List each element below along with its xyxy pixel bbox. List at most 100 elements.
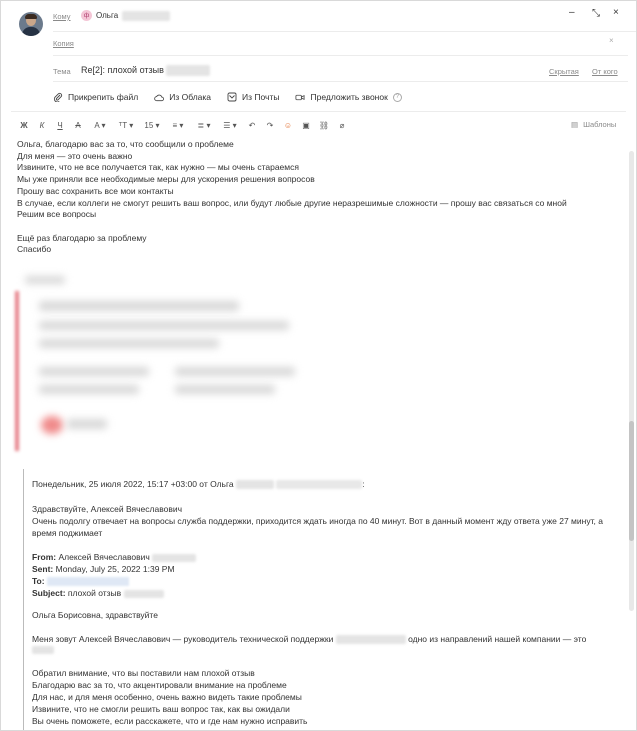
sender-email-redacted bbox=[276, 480, 363, 490]
quote-header-text: Понедельник, 25 июля 2022, 15:17 +03:00 … bbox=[32, 479, 234, 489]
templates-label: Шаблоны bbox=[583, 120, 617, 129]
image-icon[interactable]: ▣ bbox=[297, 121, 315, 130]
offer-call-label: Предложить звонок bbox=[310, 92, 388, 102]
chevron-down-icon: ▾ bbox=[99, 120, 106, 130]
hidden-copy-link[interactable]: Скрытая bbox=[549, 67, 579, 76]
quote-complaint-line: Очень подолгу отвечает на вопросы служба… bbox=[32, 516, 603, 526]
scrollbar-thumb[interactable] bbox=[629, 421, 634, 541]
subject-field-redacted bbox=[123, 589, 164, 598]
recipient-chip[interactable]: ф Ольга bbox=[81, 10, 171, 21]
italic-button[interactable]: К bbox=[33, 121, 51, 130]
subject-label: Тема bbox=[53, 67, 71, 76]
compose-window: Кому ф Ольга – ⤡ × Копия × Тема Re[2]: п… bbox=[0, 0, 637, 731]
from-mail-button[interactable]: Из Почты bbox=[227, 92, 279, 102]
link-icon[interactable]: ⛓ bbox=[315, 121, 333, 130]
cloud-icon bbox=[154, 92, 165, 102]
quote-complaint-line: время поджимает bbox=[32, 528, 103, 538]
chevron-down-icon: ▾ bbox=[177, 120, 184, 130]
font-size-select[interactable]: 15 ▾ bbox=[139, 121, 165, 130]
recipient-avatar: ф bbox=[81, 10, 92, 21]
quote-intro: Меня зовут Алексей Вячеславович — руково… bbox=[32, 634, 587, 645]
redo-icon[interactable]: ↷ bbox=[261, 121, 279, 130]
copy-close-icon[interactable]: × bbox=[609, 36, 614, 45]
from-field-value: Алексей Вячеславович bbox=[58, 552, 150, 562]
font-button[interactable]: ᵀT ▾ bbox=[113, 121, 139, 130]
user-avatar[interactable] bbox=[19, 12, 43, 36]
close-icon[interactable]: × bbox=[613, 7, 619, 18]
subject-field-value: плохой отзыв bbox=[67, 588, 122, 598]
quoted-message: Понедельник, 25 июля 2022, 15:17 +03:00 … bbox=[23, 469, 623, 730]
sender-surname-redacted bbox=[236, 480, 275, 490]
body-line: Спасибо bbox=[17, 244, 52, 255]
sent-field-value: Monday, July 25, 2022 1:39 PM bbox=[55, 564, 175, 574]
help-icon[interactable]: ? bbox=[392, 92, 402, 102]
attach-file-button[interactable]: Прикрепить файл bbox=[53, 92, 138, 102]
quote-paragraph-line: Извините, что не смогли решить ваш вопро… bbox=[32, 704, 290, 714]
clear-format-icon[interactable]: ⌀ bbox=[333, 121, 351, 130]
video-call-icon bbox=[295, 92, 305, 102]
chevron-down-icon: ▾ bbox=[126, 120, 134, 130]
message-body[interactable]: Ольга, благодарю вас за то, что сообщили… bbox=[17, 139, 567, 256]
company-redacted bbox=[335, 635, 406, 645]
templates-icon: ▤ bbox=[571, 120, 579, 129]
font-icon: ᵀT bbox=[118, 120, 127, 130]
recipient-name: Ольга bbox=[96, 11, 119, 20]
font-size-value: 15 bbox=[144, 120, 154, 130]
quote-header: Понедельник, 25 июля 2022, 15:17 +03:00 … bbox=[32, 479, 365, 490]
body-line: В случае, если коллеги не смогут решить … bbox=[17, 197, 567, 208]
scrollbar-track[interactable] bbox=[629, 151, 634, 611]
strikethrough-button[interactable]: A bbox=[69, 121, 87, 130]
from-field-label: From: bbox=[32, 552, 57, 562]
chevron-down-icon: ▾ bbox=[153, 120, 160, 130]
quote-intro-redacted-line bbox=[32, 646, 54, 656]
body-line: Мы уже приняли все необходимые меры для … bbox=[17, 174, 315, 185]
sent-field-label: Sent: bbox=[32, 564, 54, 574]
body-line: Решим все вопросы bbox=[17, 209, 97, 220]
quote-paragraph-line: Благодарю вас за то, что акцентировали в… bbox=[32, 680, 287, 690]
list-button[interactable]: ☰ ▾ bbox=[217, 121, 243, 130]
emoji-icon[interactable]: ☺ bbox=[279, 121, 297, 130]
chevron-down-icon: ▾ bbox=[230, 120, 237, 130]
divider bbox=[53, 81, 628, 82]
subject-input[interactable]: Re[2]: плохой отзыв bbox=[81, 65, 211, 77]
signature-redacted bbox=[15, 271, 435, 451]
to-email-redacted bbox=[46, 577, 129, 587]
divider bbox=[53, 55, 628, 56]
quote-intro-2: одно из направлений нашей компании — это bbox=[408, 634, 587, 644]
body-line: Ещё раз благодарю за проблему bbox=[17, 232, 147, 243]
templates-button[interactable]: ▤ Шаблоны bbox=[571, 120, 616, 129]
expand-icon[interactable]: ⤡ bbox=[592, 8, 600, 19]
from-mail-label: Из Почты bbox=[242, 92, 280, 102]
from-cloud-label: Из Облака bbox=[169, 92, 212, 102]
mail-icon bbox=[227, 92, 237, 102]
subject-redacted bbox=[166, 65, 211, 77]
minimize-icon[interactable]: – bbox=[569, 7, 575, 18]
divider bbox=[53, 31, 636, 32]
undo-icon[interactable]: ↶ bbox=[243, 121, 261, 130]
from-redacted bbox=[152, 553, 197, 562]
quote-paragraph-line: Для нас, и для меня особенно, очень важн… bbox=[32, 692, 302, 702]
paperclip-icon bbox=[53, 92, 63, 102]
indent-button[interactable]: ≣ ▾ bbox=[191, 121, 217, 130]
from-cloud-button[interactable]: Из Облака bbox=[154, 92, 211, 102]
bold-button[interactable]: Ж bbox=[15, 121, 33, 130]
recipient-email-redacted bbox=[122, 10, 171, 21]
quote-paragraph-line: Обратил внимание, что вы поставили нам п… bbox=[32, 668, 255, 678]
text-color-button[interactable]: A ▾ bbox=[87, 121, 113, 130]
copy-label[interactable]: Копия bbox=[53, 39, 74, 48]
underline-button[interactable]: Ч bbox=[51, 121, 69, 130]
offer-call-button[interactable]: Предложить звонок ? bbox=[295, 92, 402, 102]
formatting-toolbar: Ж К Ч A A ▾ ᵀT ▾ 15 ▾ ≡ ▾ ≣ ▾ ☰ ▾ ↶ ↷ ☺ … bbox=[15, 119, 351, 131]
body-line: Извините, что не все получается так, как… bbox=[17, 162, 299, 173]
body-line: Ольга, благодарю вас за то, что сообщили… bbox=[17, 139, 234, 149]
to-label[interactable]: Кому bbox=[53, 12, 71, 21]
attachment-bar: Прикрепить файл Из Облака Из Почты Предл… bbox=[53, 91, 402, 103]
from-link[interactable]: От кого bbox=[592, 67, 618, 76]
to-field-label: To: bbox=[32, 576, 45, 586]
subject-field-label: Subject: bbox=[32, 588, 66, 598]
attach-file-label: Прикрепить файл bbox=[68, 92, 139, 102]
quote-salutation: Ольга Борисовна, здравствуйте bbox=[32, 610, 158, 620]
quote-greeting: Здравствуйте, Алексей Вячеславович bbox=[32, 504, 183, 514]
align-button[interactable]: ≡ ▾ bbox=[165, 121, 191, 130]
quote-intro-1: Меня зовут Алексей Вячеславович — руково… bbox=[32, 634, 334, 644]
